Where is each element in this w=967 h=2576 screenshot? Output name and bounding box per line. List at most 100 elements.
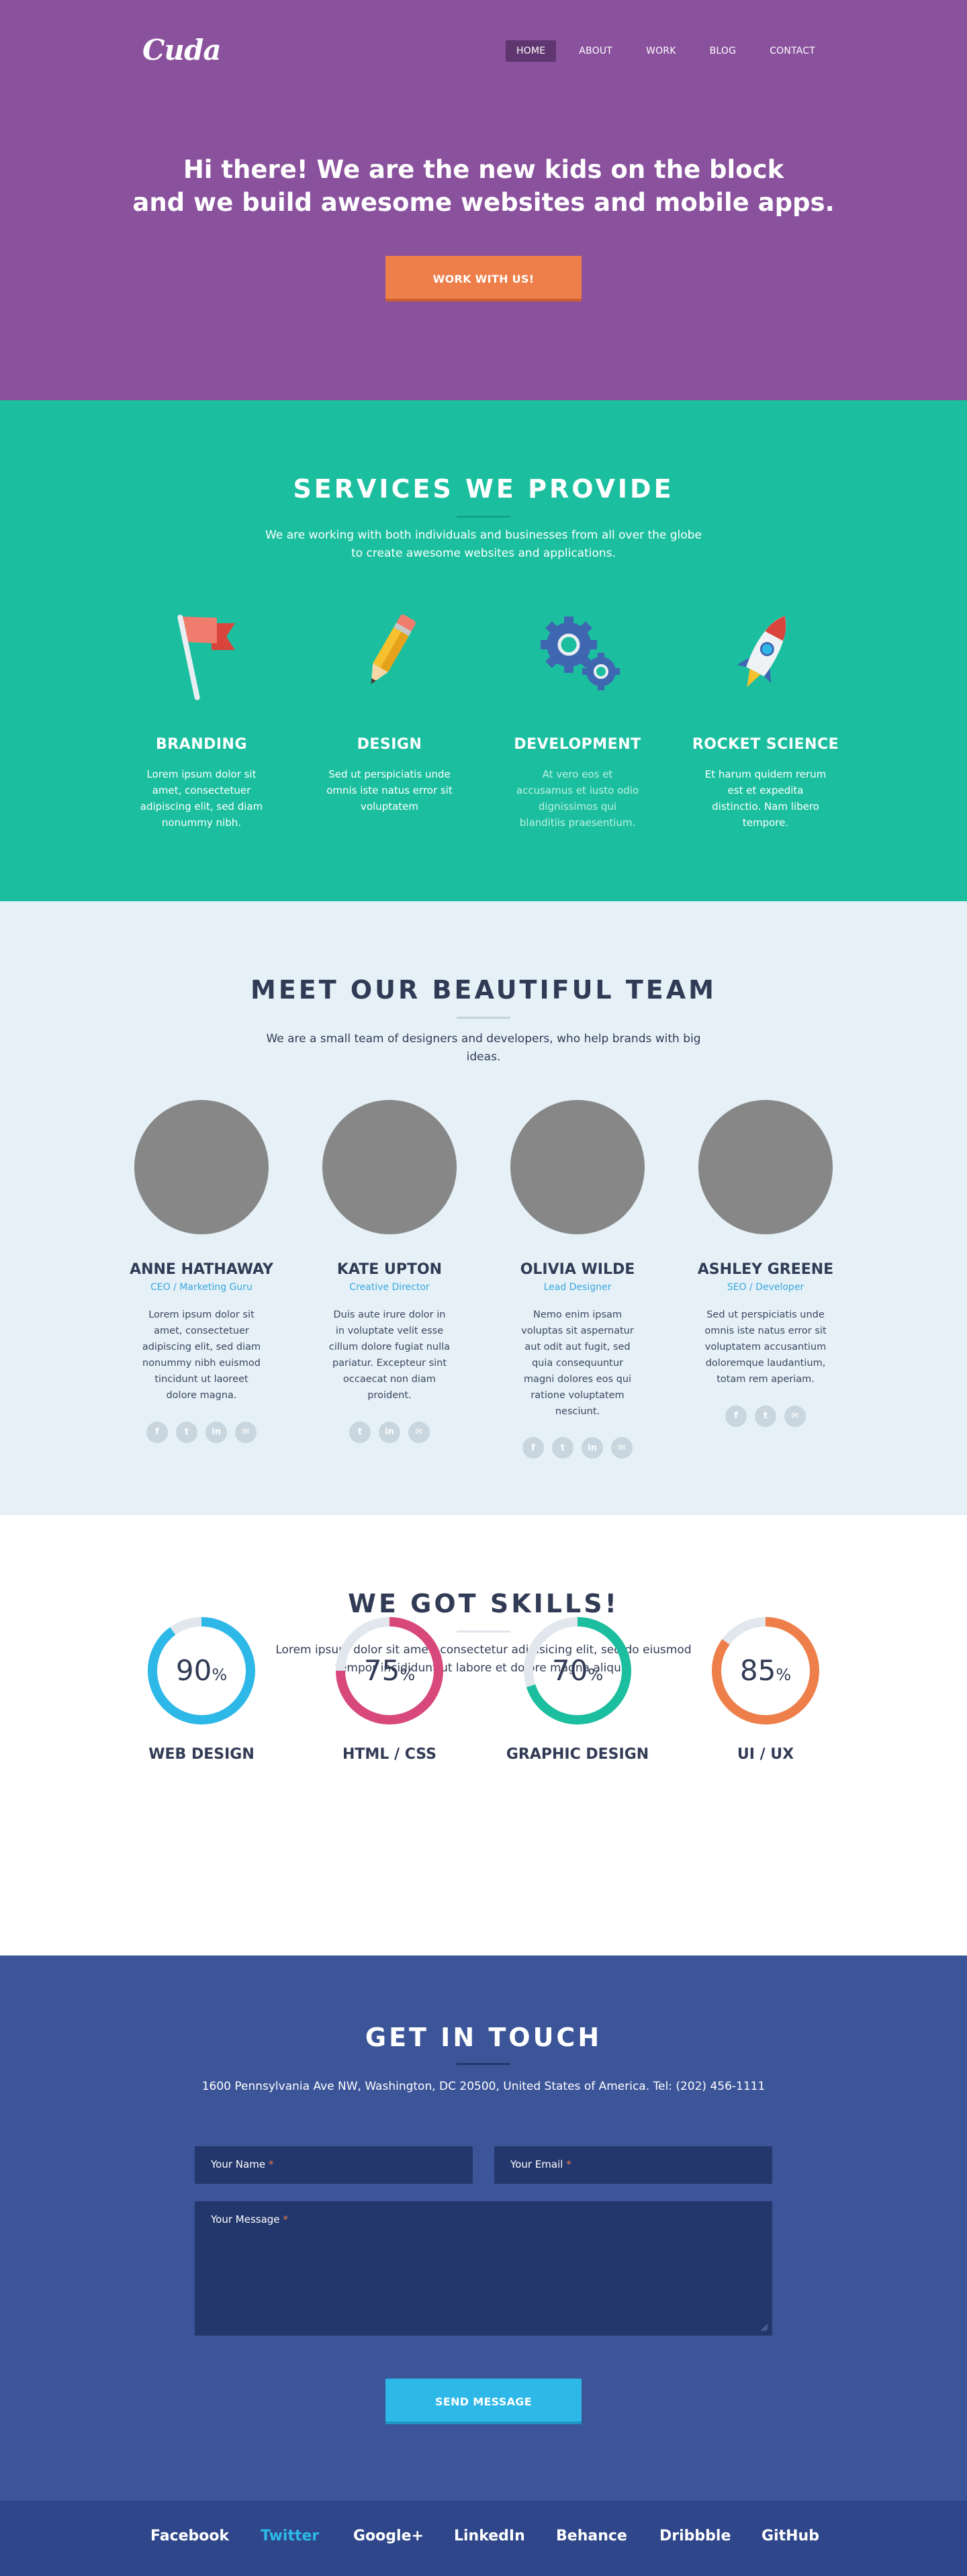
skill-label: GRAPHIC DESIGN [506, 1746, 649, 1763]
skill-ring: 85% [712, 1617, 819, 1724]
skill-percent: 85% [740, 1654, 791, 1687]
footer-link-dribbble[interactable]: Dribbble [659, 2528, 731, 2544]
email-field[interactable]: Your Email * [494, 2146, 772, 2184]
skill-web-design: 90% WEB DESIGN [121, 1616, 282, 1763]
required-mark: * [268, 2158, 274, 2170]
member-name: KATE UPTON [336, 1261, 443, 1278]
contact-address: 1600 Pennsylvania Ave NW, Washington, DC… [201, 2080, 766, 2093]
service-title: DESIGN [357, 736, 422, 753]
member-bio: Duis aute irure dolor in in voluptate ve… [328, 1309, 451, 1401]
team-divider [457, 1017, 510, 1019]
footer-link-linkedin[interactable]: LinkedIn [454, 2528, 525, 2544]
services-divider [457, 516, 510, 518]
linkedin-icon[interactable]: in [582, 1437, 603, 1459]
contact-section: GET IN TOUCH 1600 Pennsylvania Ave NW, W… [0, 1956, 967, 2501]
services-title: SERVICES WE PROVIDE [293, 474, 674, 504]
skill-label: HTML / CSS [342, 1746, 436, 1763]
footer-link-facebook[interactable]: Facebook [150, 2528, 229, 2544]
service-rocket-science: ROCKET SCIENCE Et harum quidem rerum est… [685, 602, 846, 831]
team-member: ANNE HATHAWAY CEO / Marketing Guru Lorem… [121, 1100, 282, 1443]
avatar [134, 1100, 269, 1234]
footer-link-github[interactable]: GitHub [762, 2528, 819, 2544]
skill-graphic-design: 70% GRAPHIC DESIGN [497, 1616, 658, 1763]
linkedin-icon[interactable]: in [379, 1421, 400, 1443]
twitter-icon[interactable]: t [552, 1437, 573, 1459]
member-role: SEO / Developer [727, 1282, 804, 1293]
footer-link-behance[interactable]: Behance [556, 2528, 627, 2544]
team-member: ASHLEY GREENE SEO / Developer Sed ut per… [685, 1100, 846, 1427]
member-name: ANNE HATHAWAY [130, 1261, 273, 1278]
service-desc: Et harum quidem rerum est et expedita di… [704, 768, 827, 829]
required-mark: * [283, 2213, 288, 2225]
skill-percent: 75% [364, 1654, 415, 1687]
twitter-icon[interactable]: t [755, 1405, 776, 1427]
linkedin-icon[interactable]: in [205, 1421, 227, 1443]
member-social-links: f t in ✉ [121, 1421, 282, 1443]
work-with-us-button[interactable]: WORK WITH US! [385, 256, 582, 302]
email-icon[interactable]: ✉ [784, 1405, 806, 1427]
send-message-button[interactable]: SEND MESSAGE [385, 2379, 582, 2424]
flag-icon [177, 614, 235, 700]
avatar [510, 1100, 645, 1234]
member-role: Lead Designer [543, 1282, 612, 1293]
name-field[interactable]: Your Name * [195, 2146, 473, 2184]
nav-item-contact[interactable]: CONTACT [759, 40, 826, 62]
pencil-icon [371, 614, 416, 684]
member-social-links: t in ✉ [309, 1421, 470, 1443]
service-desc: Lorem ipsum dolor sit amet, consectetuer… [140, 768, 263, 829]
skills-section: WE GOT SKILLS! Lorem ipsum dolor sit ame… [0, 1515, 967, 1956]
services-subtitle-line-1: We are working with both individuals and… [265, 528, 702, 542]
contact-title: GET IN TOUCH [365, 2023, 602, 2052]
avatar [698, 1100, 833, 1234]
skill-percent: 70% [552, 1654, 603, 1687]
nav-item-work[interactable]: WORK [635, 40, 687, 62]
main-nav: HOME ABOUT WORK BLOG CONTACT [506, 40, 826, 62]
footer-link-googleplus[interactable]: Google+ [353, 2528, 424, 2544]
footer: Facebook Twitter Google+ LinkedIn Behanc… [0, 2501, 967, 2576]
skill-html-css: 75% HTML / CSS [309, 1616, 470, 1763]
email-placeholder: Your Email [510, 2158, 563, 2170]
services-subtitle-line-2: to create awesome websites and applicati… [351, 547, 616, 561]
footer-link-twitter[interactable]: Twitter [261, 2528, 319, 2544]
facebook-icon[interactable]: f [522, 1437, 544, 1459]
hero-section: Cuda HOME ABOUT WORK BLOG CONTACT Hi the… [0, 0, 967, 400]
team-member: KATE UPTON Creative Director Duis aute i… [309, 1100, 470, 1443]
nav-item-blog[interactable]: BLOG [699, 40, 747, 62]
service-title: ROCKET SCIENCE [692, 736, 839, 753]
nav-item-home[interactable]: HOME [506, 40, 557, 62]
email-icon[interactable]: ✉ [235, 1421, 257, 1443]
service-development: DEVELOPMENT At vero eos et accusamus et … [497, 602, 658, 831]
member-role: CEO / Marketing Guru [150, 1282, 252, 1293]
member-name: OLIVIA WILDE [520, 1261, 635, 1278]
service-title: DEVELOPMENT [514, 736, 641, 753]
email-icon[interactable]: ✉ [408, 1421, 430, 1443]
contact-divider [457, 2063, 510, 2065]
resize-handle-icon[interactable] [760, 2324, 768, 2332]
logo[interactable]: Cuda [142, 34, 222, 66]
twitter-icon[interactable]: t [176, 1421, 197, 1443]
skill-label: UI / UX [737, 1746, 794, 1763]
email-icon[interactable]: ✉ [611, 1437, 633, 1459]
facebook-icon[interactable]: f [725, 1405, 747, 1427]
service-desc: At vero eos et accusamus et iusto odio d… [516, 768, 639, 829]
message-placeholder: Your Message [211, 2213, 280, 2225]
twitter-icon[interactable]: t [349, 1421, 371, 1443]
skill-percent: 90% [176, 1654, 227, 1687]
member-bio: Sed ut perspiciatis unde omnis iste natu… [704, 1309, 827, 1385]
service-desc: Sed ut perspiciatis unde omnis iste natu… [326, 768, 453, 813]
member-bio: Lorem ipsum dolor sit amet, consectetuer… [142, 1309, 261, 1401]
team-member: OLIVIA WILDE Lead Designer Nemo enim ips… [497, 1100, 658, 1459]
service-branding: BRANDING Lorem ipsum dolor sit amet, con… [121, 602, 282, 831]
name-placeholder: Your Name [211, 2158, 266, 2170]
facebook-icon[interactable]: f [146, 1421, 168, 1443]
skill-ring: 90% [148, 1617, 255, 1724]
service-design: DESIGN Sed ut perspiciatis unde omnis is… [309, 602, 470, 815]
team-title: MEET OUR BEAUTIFUL TEAM [250, 975, 717, 1005]
message-field[interactable]: Your Message * [195, 2201, 772, 2336]
skill-ring: 70% [524, 1617, 631, 1724]
nav-item-about[interactable]: ABOUT [568, 40, 623, 62]
skill-label: WEB DESIGN [148, 1746, 255, 1763]
member-bio: Nemo enim ipsam voluptas sit aspernatur … [521, 1309, 634, 1417]
member-social-links: f t ✉ [685, 1405, 846, 1427]
service-title: BRANDING [155, 736, 248, 753]
